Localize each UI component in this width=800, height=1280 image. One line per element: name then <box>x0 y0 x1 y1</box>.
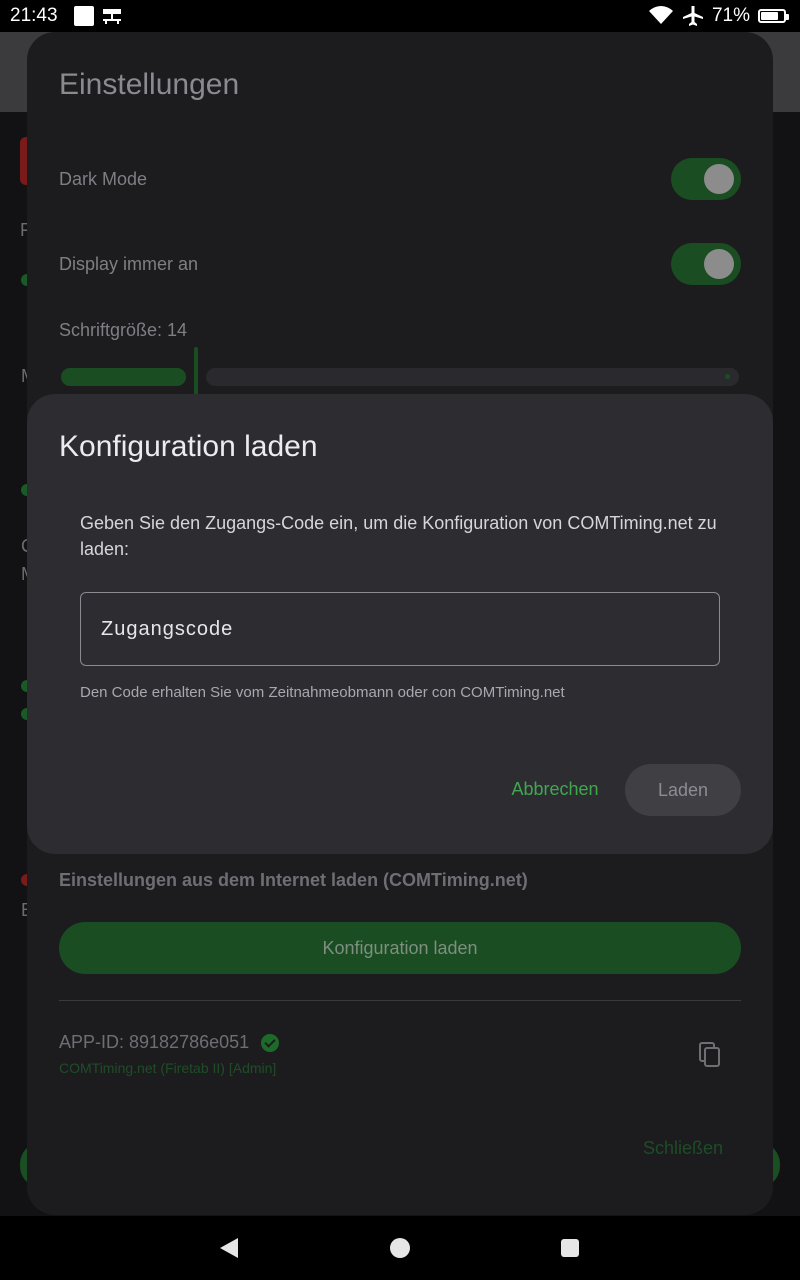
dark-mode-toggle[interactable] <box>671 158 741 200</box>
account-info: COMTiming.net (Firetab II) [Admin] <box>59 1060 277 1076</box>
divider <box>59 1000 741 1001</box>
status-right-group: 71% <box>648 4 789 28</box>
load-button[interactable]: Laden <box>625 764 741 816</box>
app-id-row: APP-ID: 89182786e051 <box>59 1032 280 1053</box>
settings-title: Einstellungen <box>59 68 240 101</box>
wifi-icon <box>648 6 673 25</box>
access-code-helper-text: Den Code erhalten Sie vom Zeitnahmeobman… <box>80 684 565 701</box>
display-on-label: Display immer an <box>59 254 199 274</box>
font-size-slider-inactive-track[interactable] <box>206 368 739 386</box>
display-on-toggle[interactable] <box>671 243 741 285</box>
status-bar: 21:43 71% <box>0 0 800 32</box>
dark-mode-label: Dark Mode <box>59 169 148 189</box>
font-size-label: Schriftgröße: 14 <box>59 320 188 340</box>
navigation-bar <box>0 1216 800 1280</box>
airplane-icon <box>682 6 703 26</box>
access-code-input[interactable] <box>80 592 720 666</box>
battery-icon <box>758 9 789 23</box>
status-time: 21:43 <box>10 5 58 26</box>
battery-percent: 71% <box>711 5 750 26</box>
font-size-slider-handle[interactable] <box>194 347 198 395</box>
recent-apps-icon[interactable] <box>561 1239 579 1257</box>
load-config-button[interactable]: Konfiguration laden <box>59 922 741 974</box>
app-id-text: APP-ID: 89182786e051 <box>59 1032 250 1052</box>
close-button[interactable]: Schließen <box>643 1138 723 1159</box>
internet-settings-heading: Einstellungen aus dem Internet laden (CO… <box>59 870 528 890</box>
slider-end-dot <box>725 374 730 379</box>
copy-icon[interactable] <box>699 1042 721 1068</box>
notification-square-icon <box>74 6 94 26</box>
load-config-dialog: Konfiguration laden Geben Sie den Zugang… <box>27 394 773 854</box>
back-icon[interactable] <box>220 1238 238 1258</box>
cancel-button[interactable]: Abbrechen <box>497 766 613 812</box>
check-circle-icon <box>261 1033 280 1052</box>
dialog-description: Geben Sie den Zugangs-Code ein, um die K… <box>80 513 717 559</box>
network-icon <box>103 9 121 24</box>
font-size-slider-active-track[interactable] <box>61 368 186 386</box>
dialog-title: Konfiguration laden <box>59 430 318 463</box>
home-icon[interactable] <box>390 1238 410 1258</box>
